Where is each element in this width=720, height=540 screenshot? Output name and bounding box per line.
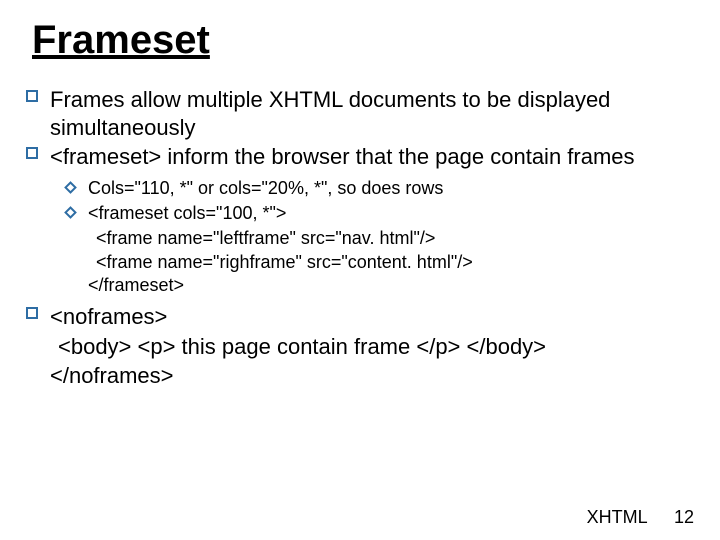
code-line-3: </frameset>: [64, 274, 694, 297]
slide-title: Frameset: [32, 18, 694, 62]
bullet-3-text: <noframes>: [50, 304, 167, 329]
sub-bullet-1-text: Cols="110, *" or cols="20%, *", so does …: [88, 178, 443, 198]
bullet-3: <noframes>: [26, 303, 694, 331]
bullet-1-text: Frames allow multiple XHTML documents to…: [50, 87, 610, 140]
sub-bullet-2-text: <frameset cols="100, *">: [88, 203, 286, 223]
footer-label: XHTML: [587, 507, 647, 527]
square-bullet-icon: [26, 90, 38, 102]
bullet-2-text: <frameset> inform the browser that the p…: [50, 144, 635, 169]
sub-bullet-group: Cols="110, *" or cols="20%, *", so does …: [64, 177, 694, 298]
square-bullet-icon: [26, 307, 38, 319]
bullet-1: Frames allow multiple XHTML documents to…: [26, 86, 694, 141]
bullet-3-line-3: </noframes>: [26, 362, 694, 390]
diamond-bullet-icon: [64, 181, 77, 194]
sub-bullet-1: Cols="110, *" or cols="20%, *", so does …: [64, 177, 694, 200]
bullet-3-line-3-text: </noframes>: [50, 363, 174, 388]
code-line-3-text: </frameset>: [88, 275, 184, 295]
sub-bullet-2: <frameset cols="100, *">: [64, 202, 694, 225]
page-number: 12: [674, 507, 694, 527]
diamond-bullet-icon: [64, 206, 77, 219]
code-line-1: <frame name="leftframe" src="nav. html"/…: [96, 227, 694, 250]
slide-footer: XHTML 12: [587, 507, 694, 528]
slide: Frameset Frames allow multiple XHTML doc…: [0, 0, 720, 540]
code-line-2: <frame name="righframe" src="content. ht…: [96, 251, 694, 274]
bullet-3-line-2: <body> <p> this page contain frame </p> …: [58, 333, 694, 362]
square-bullet-icon: [26, 147, 38, 159]
bullet-2: <frameset> inform the browser that the p…: [26, 143, 694, 171]
